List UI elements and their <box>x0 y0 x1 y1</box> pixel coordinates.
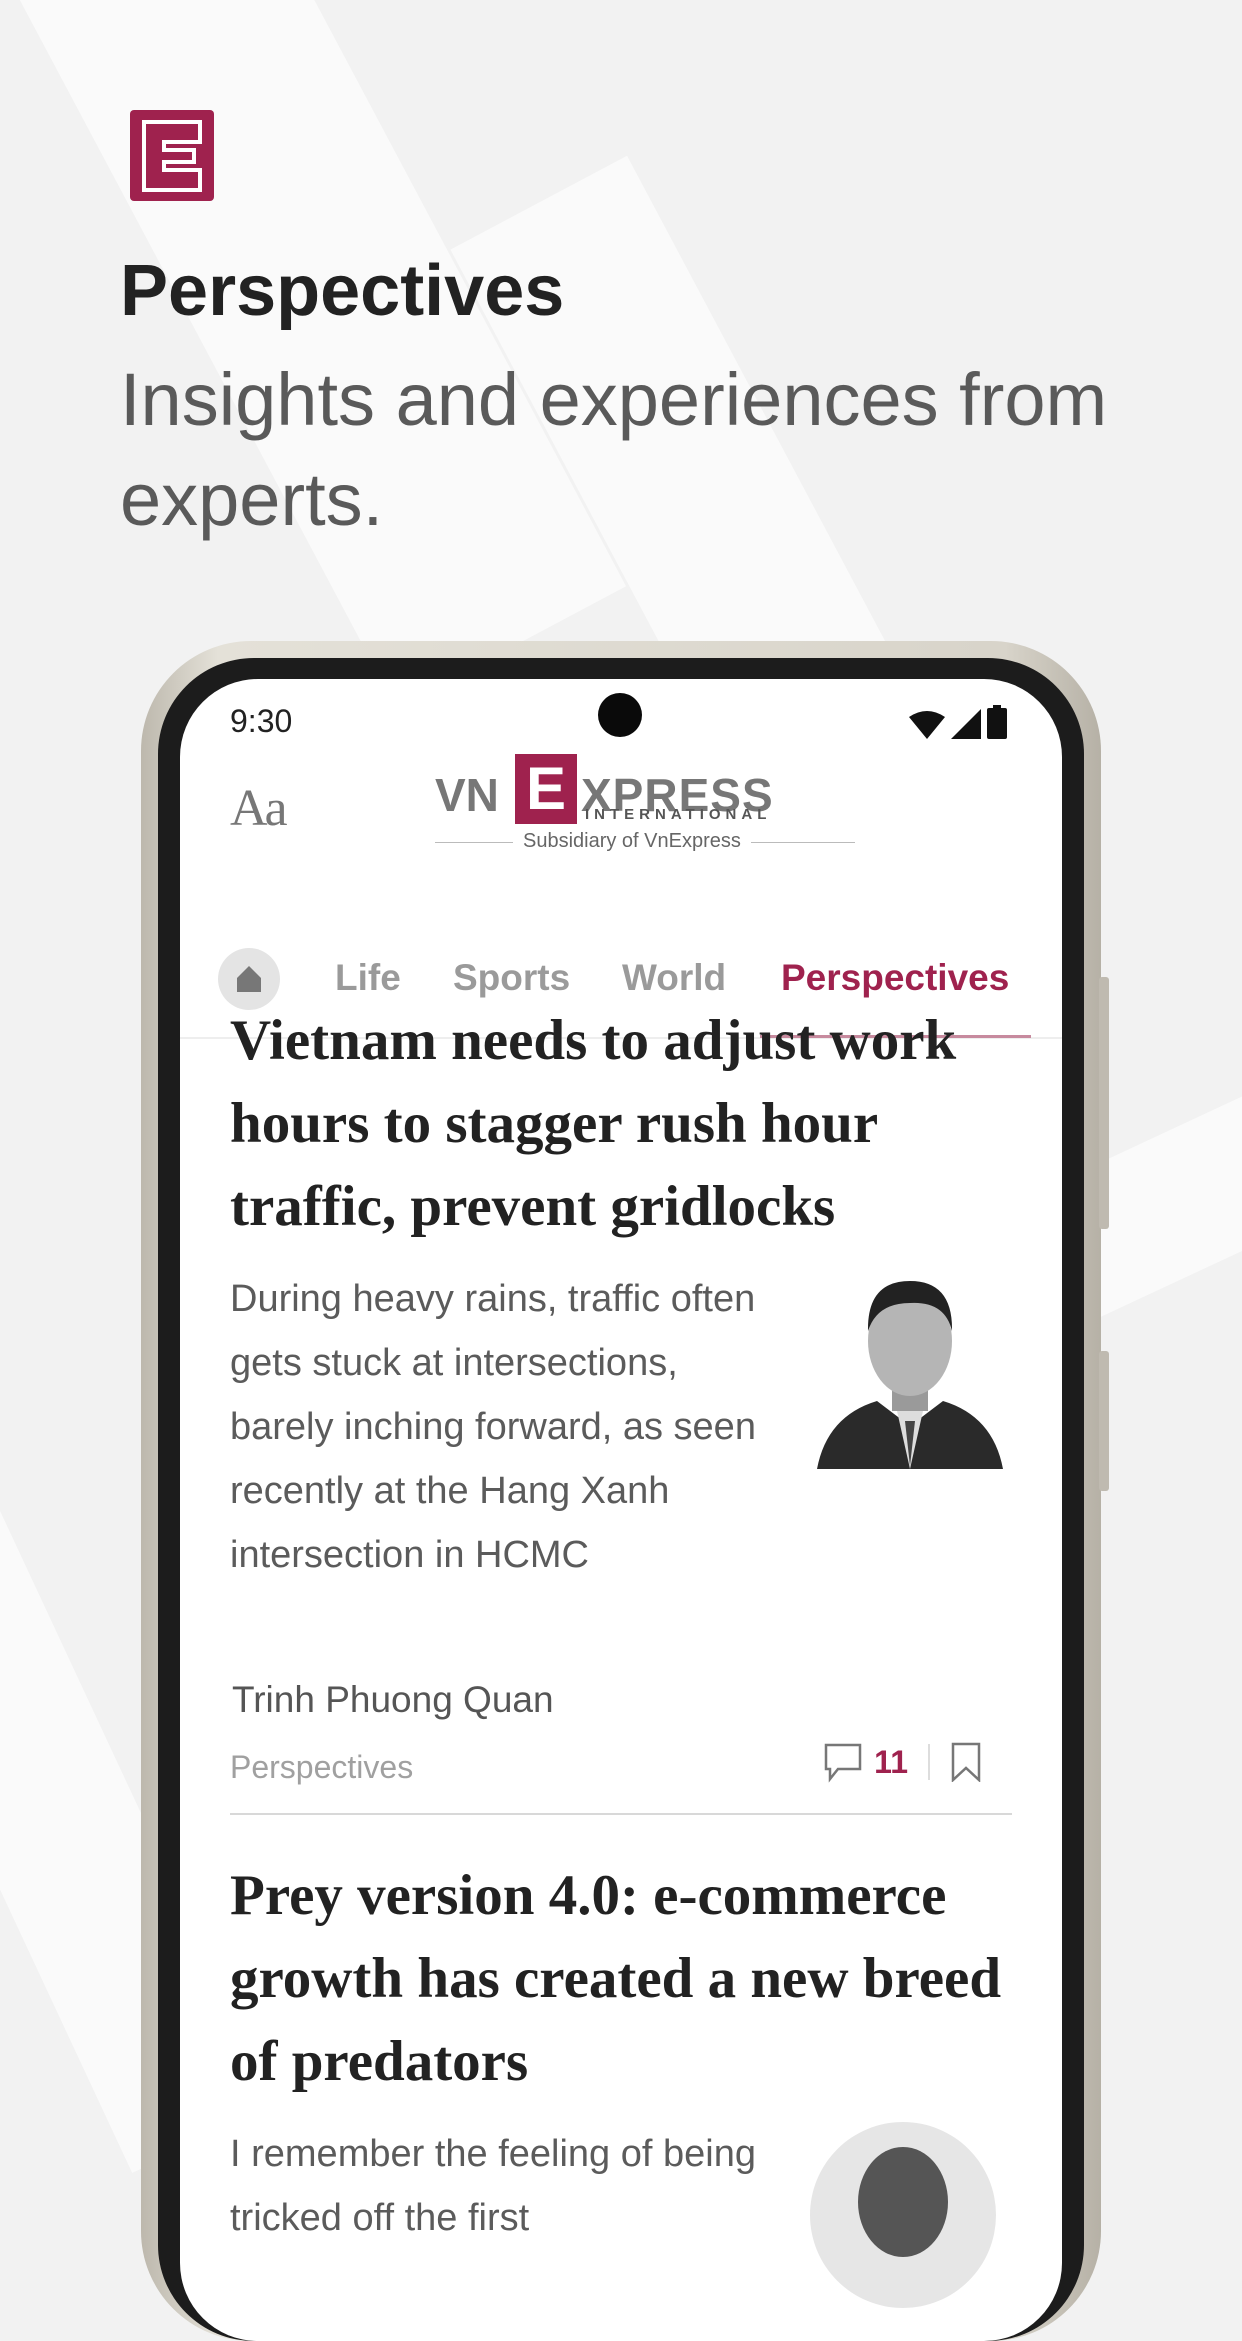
home-icon <box>237 966 261 992</box>
article-title[interactable]: Prey version 4.0: e-commerce growth has … <box>230 1854 1012 2103</box>
article-summary: During heavy rains, traffic often gets s… <box>230 1278 756 1576</box>
author-portrait <box>810 2122 996 2308</box>
tab-perspectives[interactable]: Perspectives <box>781 957 1009 999</box>
article-summary: I remember the feeling of being tricked … <box>230 2133 756 2239</box>
article-author[interactable]: Trinh Phuong Quan <box>232 1679 554 1721</box>
brand-text: VN <box>435 769 499 821</box>
wifi-icon <box>909 711 945 739</box>
comment-icon[interactable] <box>822 1741 864 1783</box>
article-title[interactable]: Vietnam needs to adjust work hours to st… <box>230 999 1012 1248</box>
article-card[interactable]: Prey version 4.0: e-commerce growth has … <box>230 1854 1012 2308</box>
font-size-button[interactable]: Aa <box>230 779 288 838</box>
article-separator <box>230 1813 1012 1815</box>
brand-logo[interactable]: VN E XPRESS INTERNATIONAL Subsidiary of … <box>435 754 855 854</box>
battery-icon <box>987 705 1007 739</box>
tab-life[interactable]: Life <box>335 957 401 999</box>
tab-sports[interactable]: Sports <box>453 957 570 999</box>
comment-count[interactable]: 11 <box>874 1744 908 1781</box>
brand-subtext: INTERNATIONAL <box>585 806 772 823</box>
promo-title: Perspectives <box>120 251 565 331</box>
brand-e: E <box>515 754 577 824</box>
app-logo <box>130 110 214 201</box>
status-time: 9:30 <box>230 703 293 739</box>
article-category[interactable]: Perspectives <box>230 1749 413 1786</box>
bookmark-icon[interactable] <box>950 1742 982 1782</box>
phone-frame: 9:30 Aa VN E XPRESS INTERNATIONAL Subsid… <box>141 641 1109 2341</box>
tab-world[interactable]: World <box>622 957 726 999</box>
volume-button <box>1099 1351 1109 1491</box>
author-portrait <box>817 1281 1003 1469</box>
divider <box>928 1744 930 1780</box>
article-card[interactable]: Vietnam needs to adjust work hours to st… <box>230 999 1012 1815</box>
signal-icon <box>951 709 981 739</box>
power-button <box>1099 977 1109 1229</box>
brand-tagline: Subsidiary of VnExpress <box>513 830 751 853</box>
camera-icon <box>598 693 642 737</box>
phone-screen: 9:30 Aa VN E XPRESS INTERNATIONAL Subsid… <box>180 679 1062 2341</box>
promo-subtitle: Insights and experiences from experts. <box>120 358 1108 541</box>
